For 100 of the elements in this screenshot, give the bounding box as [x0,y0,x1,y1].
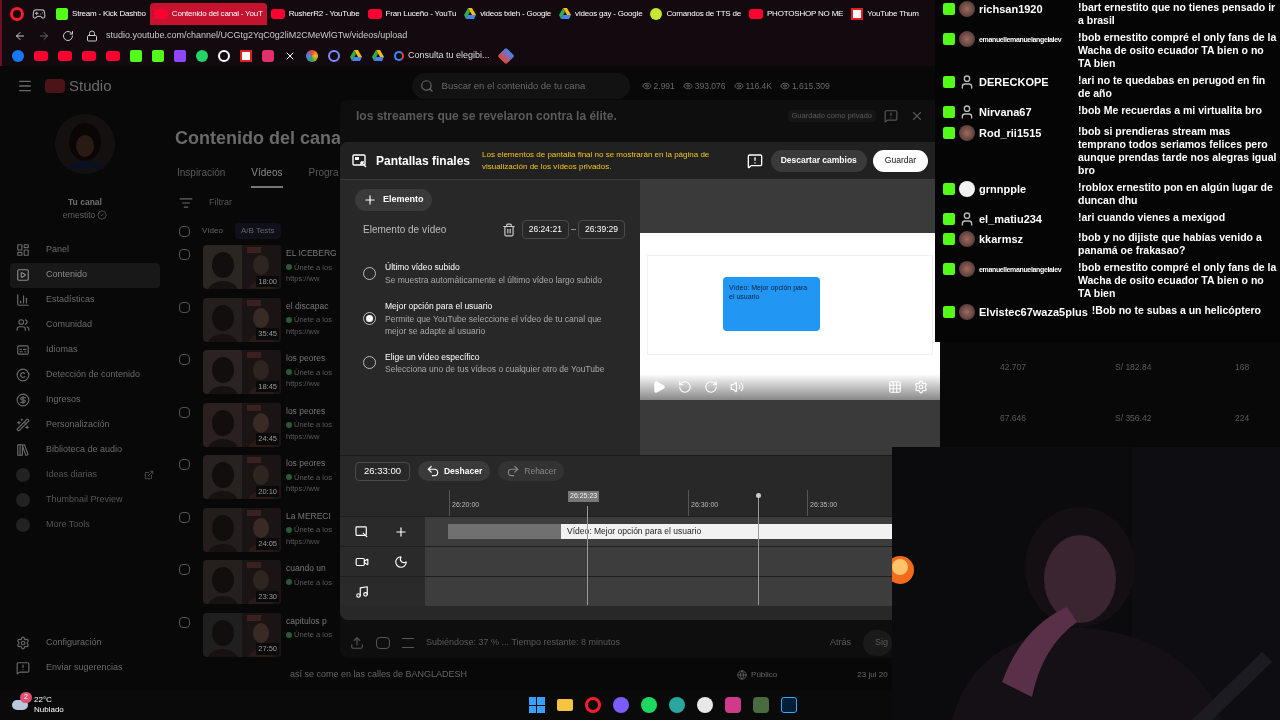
nav-icon [16,343,30,357]
sidebar-item[interactable]: Comunidad [10,312,160,338]
filter-field[interactable]: Filtrar [209,196,232,210]
pinwheel-icon[interactable] [306,49,318,62]
external-link-icon [144,470,154,480]
checkbox[interactable] [179,564,190,575]
browser-tab[interactable]: YouTube Thum [847,2,923,25]
sidebar-item[interactable]: Ingresos [10,387,160,413]
browser-tab[interactable]: RusherR2 - YouTube [266,2,364,25]
close-icon[interactable] [910,109,924,123]
sidebar-item[interactable]: Panel [10,237,160,263]
sidebar-item[interactable]: Personalización [10,412,160,438]
option-title: Mejor opción para el usuario [385,299,494,313]
eye-icon [779,81,790,91]
save-button[interactable]: Guardar [872,149,928,172]
music-icon [355,584,369,599]
checkbox[interactable] [179,301,190,313]
eye-icon [641,81,652,91]
bookmark-link[interactable]: Consulta tu elegibi... [408,48,490,63]
chat-username: el_matiu234 [979,211,1043,227]
chat-message: !bart ernestito que no tienes pensado ir a brasil [1078,1,1277,27]
folder-icon[interactable] [556,699,573,711]
content-tab[interactable]: Vídeos [251,165,283,188]
add-element-button[interactable]: Elemento [355,189,432,211]
ab-tests-chip[interactable]: A/B Tests [234,223,281,239]
sidebar-item[interactable]: Contenido [10,262,160,288]
browser-tab[interactable]: Comandos de TTS de [646,2,745,25]
timeline-clip[interactable]: Vídeo: Mejor opción para el usuario [561,524,892,539]
sidebar-item[interactable]: Biblioteca de audio [10,437,160,463]
user-icon [959,74,975,90]
user-icon [959,210,975,227]
add-icon[interactable] [394,524,408,539]
youtube-icon [367,8,382,19]
youtube-icon [270,8,285,19]
avatar-icon [959,1,975,17]
youtube-icon[interactable] [34,50,48,61]
browser-tab[interactable]: PHOTOSHOP NO ME [745,2,848,25]
back-button[interactable]: Atrás [829,636,851,650]
sidebar-item[interactable]: Configuración [10,630,160,655]
browser-tab[interactable]: videos gay - Google [555,2,647,25]
image-icon[interactable] [240,49,252,62]
address-field[interactable]: studio.youtube.com/channel/UCGtg2YqC0g2liM2CMeWlGTw/videos/upload [106,29,408,43]
sidebar-item[interactable]: More Tools [10,512,160,538]
kick-icon[interactable] [152,49,164,62]
search-icon [419,79,434,93]
youtube-icon[interactable] [82,50,96,61]
app-icon[interactable] [696,697,713,713]
delete-icon[interactable] [501,222,516,237]
checkbox[interactable] [179,406,190,418]
youtube-icon[interactable] [106,50,120,61]
discard-button[interactable]: Descartar cambios [770,149,867,172]
gamepad-icon[interactable] [32,6,46,21]
sidebar-item[interactable]: Ideas diarias [10,462,160,488]
sidebar-item[interactable]: Thumbnail Preview [10,487,160,513]
checkbox[interactable] [179,511,190,523]
chat-message: !bob ernestito compré el only fans de la Wacha de osito ecuador TA bien o no TA bien [1078,31,1277,70]
menu-icon[interactable] [17,78,33,94]
chat-message: !ari cuando vienes a mexigod [1078,210,1227,224]
checkbox[interactable] [179,616,190,628]
chat-message: !roblox ernestito pon en algún lugar de duncan dhu [1078,180,1274,207]
browser-tab[interactable]: Stream - Kick Dashbo [52,2,150,25]
nav-icon [16,243,30,257]
sidebar-item[interactable]: Idiomas [10,337,160,363]
stat-counter: 393.076 [694,79,726,93]
element-label: Elemento de vídeo [363,223,447,237]
checkbox[interactable] [179,459,190,470]
checkbox[interactable] [179,225,190,237]
plus-icon [363,193,377,207]
sidebar-item[interactable]: Enviar sugerencias [10,655,160,680]
kick-icon [943,306,955,318]
warning-text: Los elementos de pantalla final no se mostrarán en la página de visualización de los vídeos privados. [482,148,711,173]
opera-icon[interactable] [584,697,601,713]
windows-icon[interactable] [528,697,545,713]
search-field[interactable]: Buscar en el contenido de tu cana [411,73,630,99]
browser-tab[interactable]: videos txleh - Google [460,2,556,25]
kick-icon[interactable] [130,49,142,62]
start-time-field[interactable]: 26:24:21 [521,220,569,239]
sidebar-item[interactable]: Detección de contenido [10,362,160,388]
youtube-icon[interactable] [58,50,72,61]
sidebar-item[interactable]: Estadísticas [10,287,160,313]
nav-icon [16,393,30,407]
reload-icon[interactable] [62,30,74,42]
drive-icon [350,50,362,61]
content-tab[interactable]: Progra [308,165,339,188]
checkbox[interactable] [179,249,190,260]
table-cell-text: 42.707 [1000,361,1027,374]
end-time-field[interactable]: 26:39:29 [577,220,625,239]
browser-tab[interactable]: Contenido del canal - YouT [149,2,267,25]
opera-icon[interactable] [10,6,24,21]
checkbox[interactable] [179,354,190,365]
content-tab[interactable]: Inspiración [177,165,226,188]
chat-username: Elvistec67waza5plus [979,305,1088,320]
video-title: los peores [286,457,327,470]
video-date: 23 jul 20 [857,669,888,681]
back-icon[interactable] [14,30,26,42]
eye-icon [682,81,693,91]
chat-message: !bob ernestito compré el only fans de la Wacha de osito ecuador TA bien o no TA bien [1078,261,1277,300]
option-description: Se muestra automáticamente el último vídeo largo subido [385,273,603,286]
browser-tab[interactable]: Fran Luceño - YouTu [363,2,461,25]
undo-button[interactable]: Deshacer [418,461,491,481]
